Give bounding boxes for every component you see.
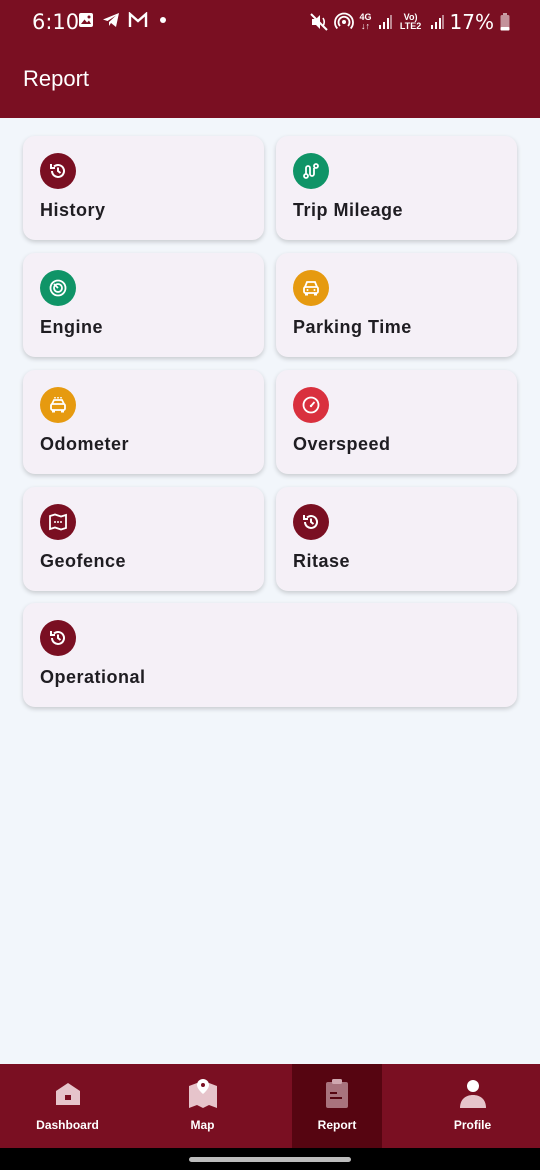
- home-icon: [55, 1083, 80, 1105]
- mute-icon: [309, 13, 328, 31]
- report-card-odometer[interactable]: Odometer: [23, 370, 264, 474]
- nav-label: Report: [317, 1118, 357, 1132]
- history-icon: [50, 163, 65, 178]
- report-card-label: Operational: [40, 667, 146, 687]
- app-bar: Report: [0, 44, 540, 118]
- dot-icon: [160, 17, 166, 23]
- car-icon: [303, 281, 319, 296]
- bottom-nav: Dashboard Map Report Profile: [0, 1064, 540, 1148]
- nav-label: Dashboard: [36, 1118, 99, 1132]
- network-lte-label: Vo) LTE2: [399, 12, 422, 31]
- battery-icon: [500, 13, 510, 31]
- telegram-icon: [103, 13, 119, 27]
- person-icon: [459, 1080, 486, 1108]
- clipboard-icon: [326, 1079, 348, 1108]
- history-icon: [50, 630, 65, 645]
- report-card-parking-time[interactable]: Parking Time: [276, 253, 517, 357]
- gesture-bar: [0, 1148, 540, 1170]
- report-card-engine[interactable]: Engine: [23, 253, 264, 357]
- nav-label: Map: [190, 1118, 215, 1132]
- battery-percent: 17%: [449, 10, 494, 34]
- report-card-geofence[interactable]: Geofence: [23, 487, 264, 591]
- report-card-label: Geofence: [40, 551, 127, 571]
- report-card-overspeed[interactable]: Overspeed: [276, 370, 517, 474]
- taxi-icon: [50, 397, 66, 413]
- nav-label: Profile: [453, 1118, 492, 1132]
- report-card-label: Odometer: [40, 434, 130, 454]
- signal-icon: [378, 15, 392, 29]
- signal-icon-2: [430, 15, 444, 29]
- nav-dashboard[interactable]: Dashboard: [0, 1064, 135, 1148]
- engine-icon: [49, 279, 67, 297]
- report-card-label: Parking Time: [293, 317, 412, 337]
- map-icon: [188, 1079, 217, 1108]
- nav-map[interactable]: Map: [135, 1064, 270, 1148]
- map-area-icon: [49, 513, 67, 531]
- gallery-icon: [79, 13, 93, 27]
- report-card-label: Overspeed: [293, 434, 391, 454]
- report-card-history[interactable]: History: [23, 136, 264, 240]
- home-gesture-handle[interactable]: [189, 1157, 351, 1162]
- speedometer-icon: [302, 396, 320, 414]
- status-time: 6:10: [32, 10, 80, 34]
- report-card-label: Ritase: [293, 551, 351, 571]
- report-card-label: Engine: [40, 317, 104, 337]
- nav-report[interactable]: Report: [292, 1064, 382, 1148]
- nav-profile[interactable]: Profile: [405, 1064, 540, 1148]
- report-card-operational[interactable]: Operational: [23, 603, 517, 707]
- page-title: Report: [23, 66, 90, 91]
- status-bar: 6:10 4G ↓↑ Vo) LTE2 17%: [0, 0, 540, 44]
- report-card-label: History: [40, 200, 106, 220]
- route-icon: [303, 163, 319, 179]
- report-card-trip-mileage[interactable]: Trip Mileage: [276, 136, 517, 240]
- gmail-icon: [128, 12, 148, 27]
- report-card-ritase[interactable]: Ritase: [276, 487, 517, 591]
- report-card-label: Trip Mileage: [293, 200, 404, 220]
- hotspot-icon: [333, 12, 354, 30]
- history-icon: [303, 514, 318, 529]
